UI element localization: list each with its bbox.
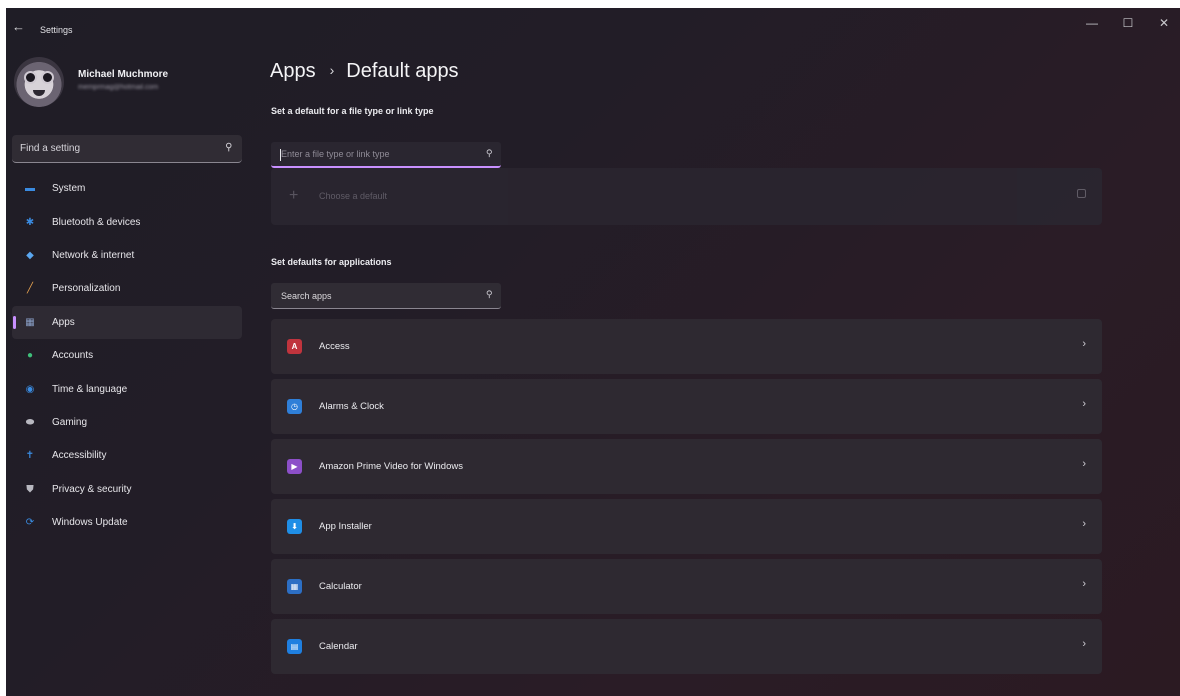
avatar-eye bbox=[24, 71, 37, 84]
app-list: A Access › ◷ Alarms & Clock › ▶ Amazon Prime Vi… bbox=[271, 319, 1102, 679]
apps-icon: ▦ bbox=[25, 316, 35, 328]
sidebar-item-windows-update[interactable]: ⟳ Windows Update bbox=[12, 506, 242, 539]
app-defaults-heading: Set defaults for applications bbox=[271, 257, 392, 267]
sidebar-item-label: Privacy & security bbox=[52, 483, 132, 495]
breadcrumb: Apps › Default apps bbox=[270, 60, 459, 83]
sidebar-item-personalization[interactable]: ╱ Personalization bbox=[12, 272, 242, 305]
user-name: Michael Muchmore bbox=[78, 69, 169, 80]
title-bar: ← Settings — ☐ ✕ bbox=[6, 8, 1180, 44]
access-icon: A bbox=[287, 339, 302, 354]
sidebar-item-label: Bluetooth & devices bbox=[52, 216, 141, 228]
sidebar-item-label: Accessibility bbox=[52, 450, 107, 462]
open-external-icon bbox=[1077, 189, 1086, 198]
system-icon: ▬ bbox=[25, 183, 35, 195]
find-setting-placeholder: Find a setting bbox=[20, 143, 81, 154]
brush-icon: ╱ bbox=[26, 283, 34, 295]
choose-default-card: + Choose a default bbox=[271, 168, 1102, 225]
breadcrumb-apps[interactable]: Apps bbox=[270, 60, 316, 83]
sidebar-item-label: System bbox=[52, 183, 86, 195]
sidebar-item-gaming[interactable]: ⬬ Gaming bbox=[12, 406, 242, 439]
chevron-right-icon[interactable]: › bbox=[1082, 578, 1086, 590]
search-apps-input[interactable]: Search apps ⚲ bbox=[271, 283, 501, 309]
search-icon[interactable]: ⚲ bbox=[486, 148, 493, 159]
search-icon[interactable]: ⚲ bbox=[486, 289, 493, 300]
sidebar-item-system[interactable]: ▬ System bbox=[12, 172, 242, 205]
search-icon[interactable]: ⚲ bbox=[225, 142, 232, 153]
window-title: Settings bbox=[40, 25, 73, 35]
calendar-icon: ▤ bbox=[287, 639, 302, 654]
breadcrumb-separator: › bbox=[329, 62, 335, 78]
chevron-right-icon[interactable]: › bbox=[1082, 458, 1086, 470]
sidebar-item-label: Personalization bbox=[52, 283, 121, 295]
close-button[interactable]: ✕ bbox=[1154, 16, 1174, 30]
calculator-icon: ▦ bbox=[287, 579, 302, 594]
app-name: Calculator bbox=[319, 581, 362, 592]
plus-icon: + bbox=[289, 187, 299, 204]
sidebar-item-label: Accounts bbox=[52, 350, 94, 362]
user-profile[interactable]: Michael Muchmore memprmag@hotmail.com bbox=[14, 54, 254, 114]
sidebar-item-time-language[interactable]: ◉ Time & language bbox=[12, 372, 242, 405]
sidebar-item-label: Network & internet bbox=[52, 249, 135, 261]
page-title: Default apps bbox=[346, 60, 459, 82]
update-icon: ⟳ bbox=[25, 517, 35, 529]
chevron-right-icon[interactable]: › bbox=[1082, 398, 1086, 410]
avatar-mouth bbox=[33, 90, 45, 96]
accounts-icon: ● bbox=[26, 350, 34, 362]
sidebar-item-label: Gaming bbox=[52, 416, 88, 428]
chevron-right-icon[interactable]: › bbox=[1082, 338, 1086, 350]
active-indicator bbox=[13, 315, 16, 329]
app-row-calendar[interactable]: ▤ Calendar › bbox=[271, 619, 1102, 674]
app-row-alarms-clock[interactable]: ◷ Alarms & Clock › bbox=[271, 379, 1102, 434]
app-name: Access bbox=[319, 341, 350, 352]
sidebar-item-privacy-security[interactable]: ⛊ Privacy & security bbox=[12, 473, 242, 506]
app-name: Calendar bbox=[319, 641, 358, 652]
sidebar-item-label: Time & language bbox=[52, 383, 128, 395]
app-name: Alarms & Clock bbox=[319, 401, 384, 412]
sidebar-item-apps[interactable]: ▦ Apps bbox=[12, 305, 242, 339]
user-email: memprmag@hotmail.com bbox=[78, 84, 159, 91]
settings-window: ← Settings — ☐ ✕ Michael Muchmore memprm… bbox=[6, 8, 1180, 696]
app-row-access[interactable]: A Access › bbox=[271, 319, 1102, 374]
app-name: App Installer bbox=[319, 521, 372, 532]
sidebar-nav: ▬ System ✱ Bluetooth & devices ◆ Network & in… bbox=[12, 172, 242, 539]
file-type-input[interactable]: Enter a file type or link type ⚲ bbox=[271, 142, 501, 168]
minimize-button[interactable]: — bbox=[1082, 16, 1102, 30]
chevron-right-icon[interactable]: › bbox=[1082, 518, 1086, 530]
chevron-right-icon[interactable]: › bbox=[1082, 638, 1086, 650]
app-row-amazon-prime-video-for-windows[interactable]: ▶ Amazon Prime Video for Windows › bbox=[271, 439, 1102, 494]
globe-icon: ◉ bbox=[25, 383, 35, 395]
wifi-icon: ◆ bbox=[26, 249, 34, 261]
app-name: Amazon Prime Video for Windows bbox=[319, 461, 463, 472]
clock-icon: ◷ bbox=[287, 399, 302, 414]
prime-video-icon: ▶ bbox=[287, 459, 302, 474]
sidebar-item-label: Apps bbox=[52, 316, 75, 328]
accessibility-icon: ✝ bbox=[25, 450, 35, 462]
sidebar-item-accessibility[interactable]: ✝ Accessibility bbox=[12, 439, 242, 472]
file-type-placeholder: Enter a file type or link type bbox=[281, 149, 390, 159]
back-arrow-icon[interactable]: ← bbox=[12, 20, 26, 33]
shield-icon: ⛊ bbox=[26, 483, 34, 495]
file-type-heading: Set a default for a file type or link ty… bbox=[271, 106, 434, 116]
installer-icon: ⬇ bbox=[287, 519, 302, 534]
maximize-button[interactable]: ☐ bbox=[1118, 16, 1138, 30]
sidebar-item-bluetooth-devices[interactable]: ✱ Bluetooth & devices bbox=[12, 205, 242, 238]
bluetooth-icon: ✱ bbox=[25, 216, 35, 228]
choose-default-label: Choose a default bbox=[319, 191, 388, 201]
avatar-eye bbox=[41, 71, 54, 84]
find-setting-search[interactable]: Find a setting ⚲ bbox=[12, 135, 242, 163]
search-apps-placeholder: Search apps bbox=[281, 291, 332, 301]
sidebar-item-accounts[interactable]: ● Accounts bbox=[12, 339, 242, 372]
sidebar-item-network-internet[interactable]: ◆ Network & internet bbox=[12, 239, 242, 272]
app-row-calculator[interactable]: ▦ Calculator › bbox=[271, 559, 1102, 614]
avatar bbox=[14, 57, 64, 107]
sidebar-item-label: Windows Update bbox=[52, 517, 128, 529]
app-row-app-installer[interactable]: ⬇ App Installer › bbox=[271, 499, 1102, 554]
gamepad-icon: ⬬ bbox=[25, 416, 35, 428]
